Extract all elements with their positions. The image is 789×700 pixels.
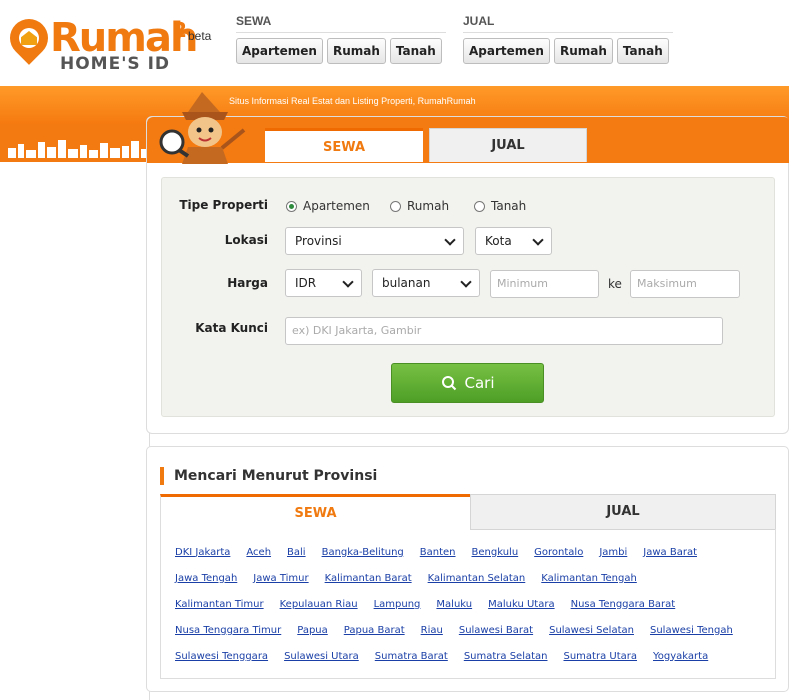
mascot-icon [159,92,246,164]
province-link[interactable]: DKI Jakarta [175,547,230,558]
province-link[interactable]: Jawa Timur [253,573,308,584]
search-icon [441,376,456,391]
province-row: Jawa Tengah Jawa Timur Kalimantan Barat … [175,565,761,591]
radio-selected-icon [286,200,297,212]
period-select[interactable]: bulanan [372,269,480,297]
nav-jual-apartemen-button[interactable]: Apartemen [463,38,550,64]
nav-jual-group: JUAL Apartemen Rumah Tanah [463,14,673,64]
kata-kunci-label: Kata Kunci [195,321,268,335]
nav-jual-rumah-button[interactable]: Rumah [553,38,613,64]
province-link[interactable]: Sumatra Utara [564,651,638,662]
province-link[interactable]: Aceh [246,547,271,558]
provinsi-select[interactable]: Provinsi [285,227,464,255]
chevron-down-icon [460,276,472,288]
radio-apartemen-label: Apartemen [303,199,370,213]
province-link[interactable]: Sulawesi Tenggara [175,651,268,662]
nav-sewa-label: SEWA [236,14,446,33]
harga-ke-label: ke [608,277,622,291]
province-row: Kalimantan Timur Kepulauan Riau Lampung … [175,591,761,617]
province-row: Nusa Tenggara Timur Papua Papua Barat Ri… [175,617,761,643]
radio-rumah[interactable]: Rumah [390,199,449,213]
currency-select-value: IDR [295,276,317,290]
radio-tanah-label: Tanah [491,199,527,213]
logo-superscript: 2 [173,18,187,42]
tab-jual[interactable]: JUAL [429,128,587,162]
nav-sewa-tanah-button[interactable]: Tanah [389,38,442,64]
province-link[interactable]: Kalimantan Timur [175,599,264,610]
province-link[interactable]: Maluku Utara [488,599,554,610]
province-link[interactable]: Jambi [599,547,627,558]
logo-subtitle: HOME'S ID [60,54,171,74]
province-link[interactable]: Maluku [436,599,472,610]
skyline-icon [8,140,148,158]
province-row: Sulawesi Tenggara Sulawesi Utara Sumatra… [175,643,761,669]
province-link[interactable]: Jawa Tengah [175,573,237,584]
province-link[interactable]: Sulawesi Utara [284,651,359,662]
harga-minimum-input[interactable]: Minimum [490,270,599,298]
province-tab-sewa[interactable]: SEWA [160,494,470,530]
radio-empty-icon [474,200,485,212]
province-link[interactable]: Bengkulu [472,547,519,558]
province-link[interactable]: Jawa Barat [643,547,697,558]
province-link[interactable]: Papua Barat [344,625,405,636]
province-link[interactable]: Lampung [374,599,421,610]
province-link[interactable]: Kalimantan Barat [325,573,412,584]
left-column [0,162,150,700]
search-button-label: Cari [464,374,495,392]
province-tab-jual[interactable]: JUAL [470,494,776,530]
province-link[interactable]: Kalimantan Tengah [541,573,637,584]
province-link[interactable]: Bangka-Belitung [322,547,404,558]
province-link[interactable]: Nusa Tenggara Timur [175,625,281,636]
nav-sewa-rumah-button[interactable]: Rumah [326,38,386,64]
province-link[interactable]: Bali [287,547,306,558]
province-links: DKI Jakarta Aceh Bali Bangka-Belitung Ba… [160,529,776,679]
province-link[interactable]: Yogyakarta [653,651,708,662]
province-link[interactable]: Sulawesi Barat [459,625,533,636]
lokasi-label: Lokasi [224,233,268,247]
provinsi-select-value: Provinsi [295,234,342,248]
keyword-input[interactable]: ex) DKI Jakarta, Gambir [285,317,723,345]
province-link[interactable]: Sumatra Selatan [464,651,548,662]
province-link[interactable]: Nusa Tenggara Barat [571,599,676,610]
province-link[interactable]: Sulawesi Selatan [549,625,634,636]
search-button[interactable]: Cari [391,363,544,403]
province-link[interactable]: Kalimantan Selatan [428,573,526,584]
radio-tanah[interactable]: Tanah [474,199,526,213]
province-link[interactable]: Sumatra Barat [375,651,448,662]
tab-sewa[interactable]: SEWA [265,128,423,162]
chevron-down-icon [444,234,456,246]
tipe-properti-label: Tipe Properti [179,198,268,212]
kota-select[interactable]: Kota [475,227,552,255]
province-link[interactable]: Kepulauan Riau [280,599,358,610]
radio-apartemen[interactable]: Apartemen [286,199,370,213]
province-row: DKI Jakarta Aceh Bali Bangka-Belitung Ba… [175,539,761,565]
kota-select-value: Kota [485,234,512,248]
nav-jual-label: JUAL [463,14,673,33]
nav-sewa-apartemen-button[interactable]: Apartemen [236,38,323,64]
province-title: Mencari Menurut Provinsi [160,467,377,485]
province-link[interactable]: Banten [420,547,456,558]
province-link[interactable]: Sulawesi Tengah [650,625,733,636]
site-header: Rumah 2 HOME'S ID beta SEWA Apartemen Ru… [0,0,789,86]
chevron-down-icon [532,234,544,246]
house-pin-icon [2,11,56,65]
harga-label: Harga [227,276,268,290]
page: Rumah 2 HOME'S ID beta SEWA Apartemen Ru… [0,0,789,700]
radio-rumah-label: Rumah [407,199,450,213]
province-link[interactable]: Gorontalo [534,547,583,558]
beta-label: beta [188,29,212,43]
currency-select[interactable]: IDR [285,269,362,297]
radio-empty-icon [390,200,401,212]
harga-maksimum-input[interactable]: Maksimum [630,270,740,298]
chevron-down-icon [342,276,354,288]
nav-sewa-group: SEWA Apartemen Rumah Tanah [236,14,446,64]
site-logo[interactable]: Rumah 2 HOME'S ID [2,11,198,76]
tagline: Situs Informasi Real Estat dan Listing P… [229,96,476,106]
period-select-value: bulanan [382,276,431,290]
nav-jual-tanah-button[interactable]: Tanah [616,38,669,64]
province-link[interactable]: Papua [297,625,328,636]
province-link[interactable]: Riau [421,625,443,636]
